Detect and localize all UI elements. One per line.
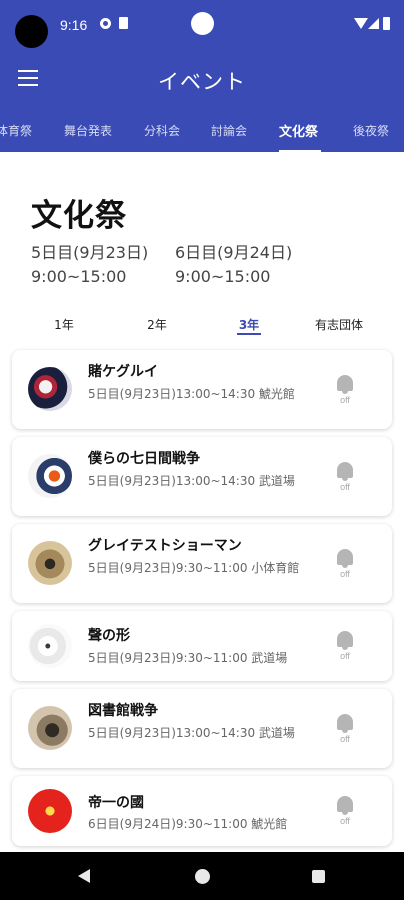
nav-recents-icon[interactable] [312,870,325,883]
tab-debate[interactable]: 討論会 [211,122,247,139]
event-thumbnail [28,706,72,750]
tab-stage-performance[interactable]: 舞台発表 [64,122,112,139]
page-title: 文化祭 [31,198,127,234]
sim-card-icon [119,17,128,29]
event-category-tabs: 体育祭 舞台発表 分科会 討論会 文化祭 後夜祭 [0,116,404,152]
event-title: 図書館戦争 [88,703,158,719]
battery-icon [383,17,390,30]
tab-subcommittee[interactable]: 分科会 [144,122,180,139]
date-time: 9:00~15:00 [175,267,271,286]
event-title: グレイテストショーマン [88,538,242,554]
date-day: 5日目(9月23日) [31,243,149,262]
tab-culture-festival[interactable]: 文化祭 [279,121,318,140]
nav-back-icon[interactable] [78,869,90,883]
event-title: 賭ケグルイ [88,364,158,380]
wifi-icon [354,18,368,29]
event-thumbnail [28,367,72,411]
bell-off-icon[interactable]: off [332,631,358,661]
front-camera-icon [191,12,214,35]
camera-cutout [15,15,48,48]
event-meta: 5日目(9月23日)13:00~14:30 武道場 [88,474,295,488]
date-day: 6日目(9月24日) [175,243,293,262]
tab-grade-3[interactable]: 3年 [239,316,259,333]
tab-grade-2[interactable]: 2年 [147,316,167,333]
event-thumbnail [28,789,72,833]
event-meta: 5日目(9月23日)13:00~14:30 鯱光館 [88,387,295,401]
bell-off-icon[interactable]: off [332,714,358,744]
date-time: 9:00~15:00 [31,267,127,286]
event-meta: 5日目(9月23日)9:30~11:00 武道場 [88,651,288,665]
event-title: 僕らの七日間戦争 [88,451,200,467]
date-block-day5: 5日目(9月23日) 9:00~15:00 [31,241,148,289]
event-thumbnail [28,454,72,498]
data-saver-icon [100,18,111,29]
event-card[interactable]: グレイテストショーマン 5日目(9月23日)9:30~11:00 小体育館 of… [12,524,392,603]
system-nav-bar [0,852,404,900]
nav-home-icon[interactable] [195,869,210,884]
event-card[interactable]: 聲の形 5日目(9月23日)9:30~11:00 武道場 off [12,611,392,681]
bell-off-icon[interactable]: off [332,462,358,492]
bell-off-icon[interactable]: off [332,796,358,826]
tab-grade-1[interactable]: 1年 [54,316,74,333]
date-block-day6: 6日目(9月24日) 9:00~15:00 [175,241,292,289]
grade-tab-indicator [237,333,261,335]
tab-sports-festival[interactable]: 体育祭 [0,122,32,139]
event-meta: 5日目(9月23日)13:00~14:30 武道場 [88,726,295,740]
event-meta: 5日目(9月23日)9:30~11:00 小体育館 [88,561,300,575]
status-bar: 9:16 [0,0,404,48]
event-card[interactable]: 賭ケグルイ 5日目(9月23日)13:00~14:30 鯱光館 off [12,350,392,429]
active-tab-indicator [279,150,321,152]
event-thumbnail [28,541,72,585]
bell-off-icon[interactable]: off [332,549,358,579]
tab-volunteer-groups[interactable]: 有志団体 [315,316,363,333]
event-title: 帝一の國 [88,795,144,811]
app-bar: 9:16 イベント 体育祭 舞台発表 分科会 討論会 文化祭 後夜祭 [0,0,404,152]
event-card[interactable]: 帝一の國 6日目(9月24日)9:30~11:00 鯱光館 off [12,776,392,846]
bell-off-icon[interactable]: off [332,375,358,405]
app-title: イベント [158,70,246,94]
tab-after-party[interactable]: 後夜祭 [353,122,389,139]
event-title: 聲の形 [88,628,130,644]
event-meta: 6日目(9月24日)9:30~11:00 鯱光館 [88,817,288,831]
event-thumbnail [28,624,72,668]
event-card[interactable]: 僕らの七日間戦争 5日目(9月23日)13:00~14:30 武道場 off [12,437,392,516]
status-time: 9:16 [60,17,88,33]
grade-tabs: 1年 2年 3年 有志団体 [0,312,404,340]
cell-signal-icon [368,18,379,29]
event-card[interactable]: 図書館戦争 5日目(9月23日)13:00~14:30 武道場 off [12,689,392,768]
